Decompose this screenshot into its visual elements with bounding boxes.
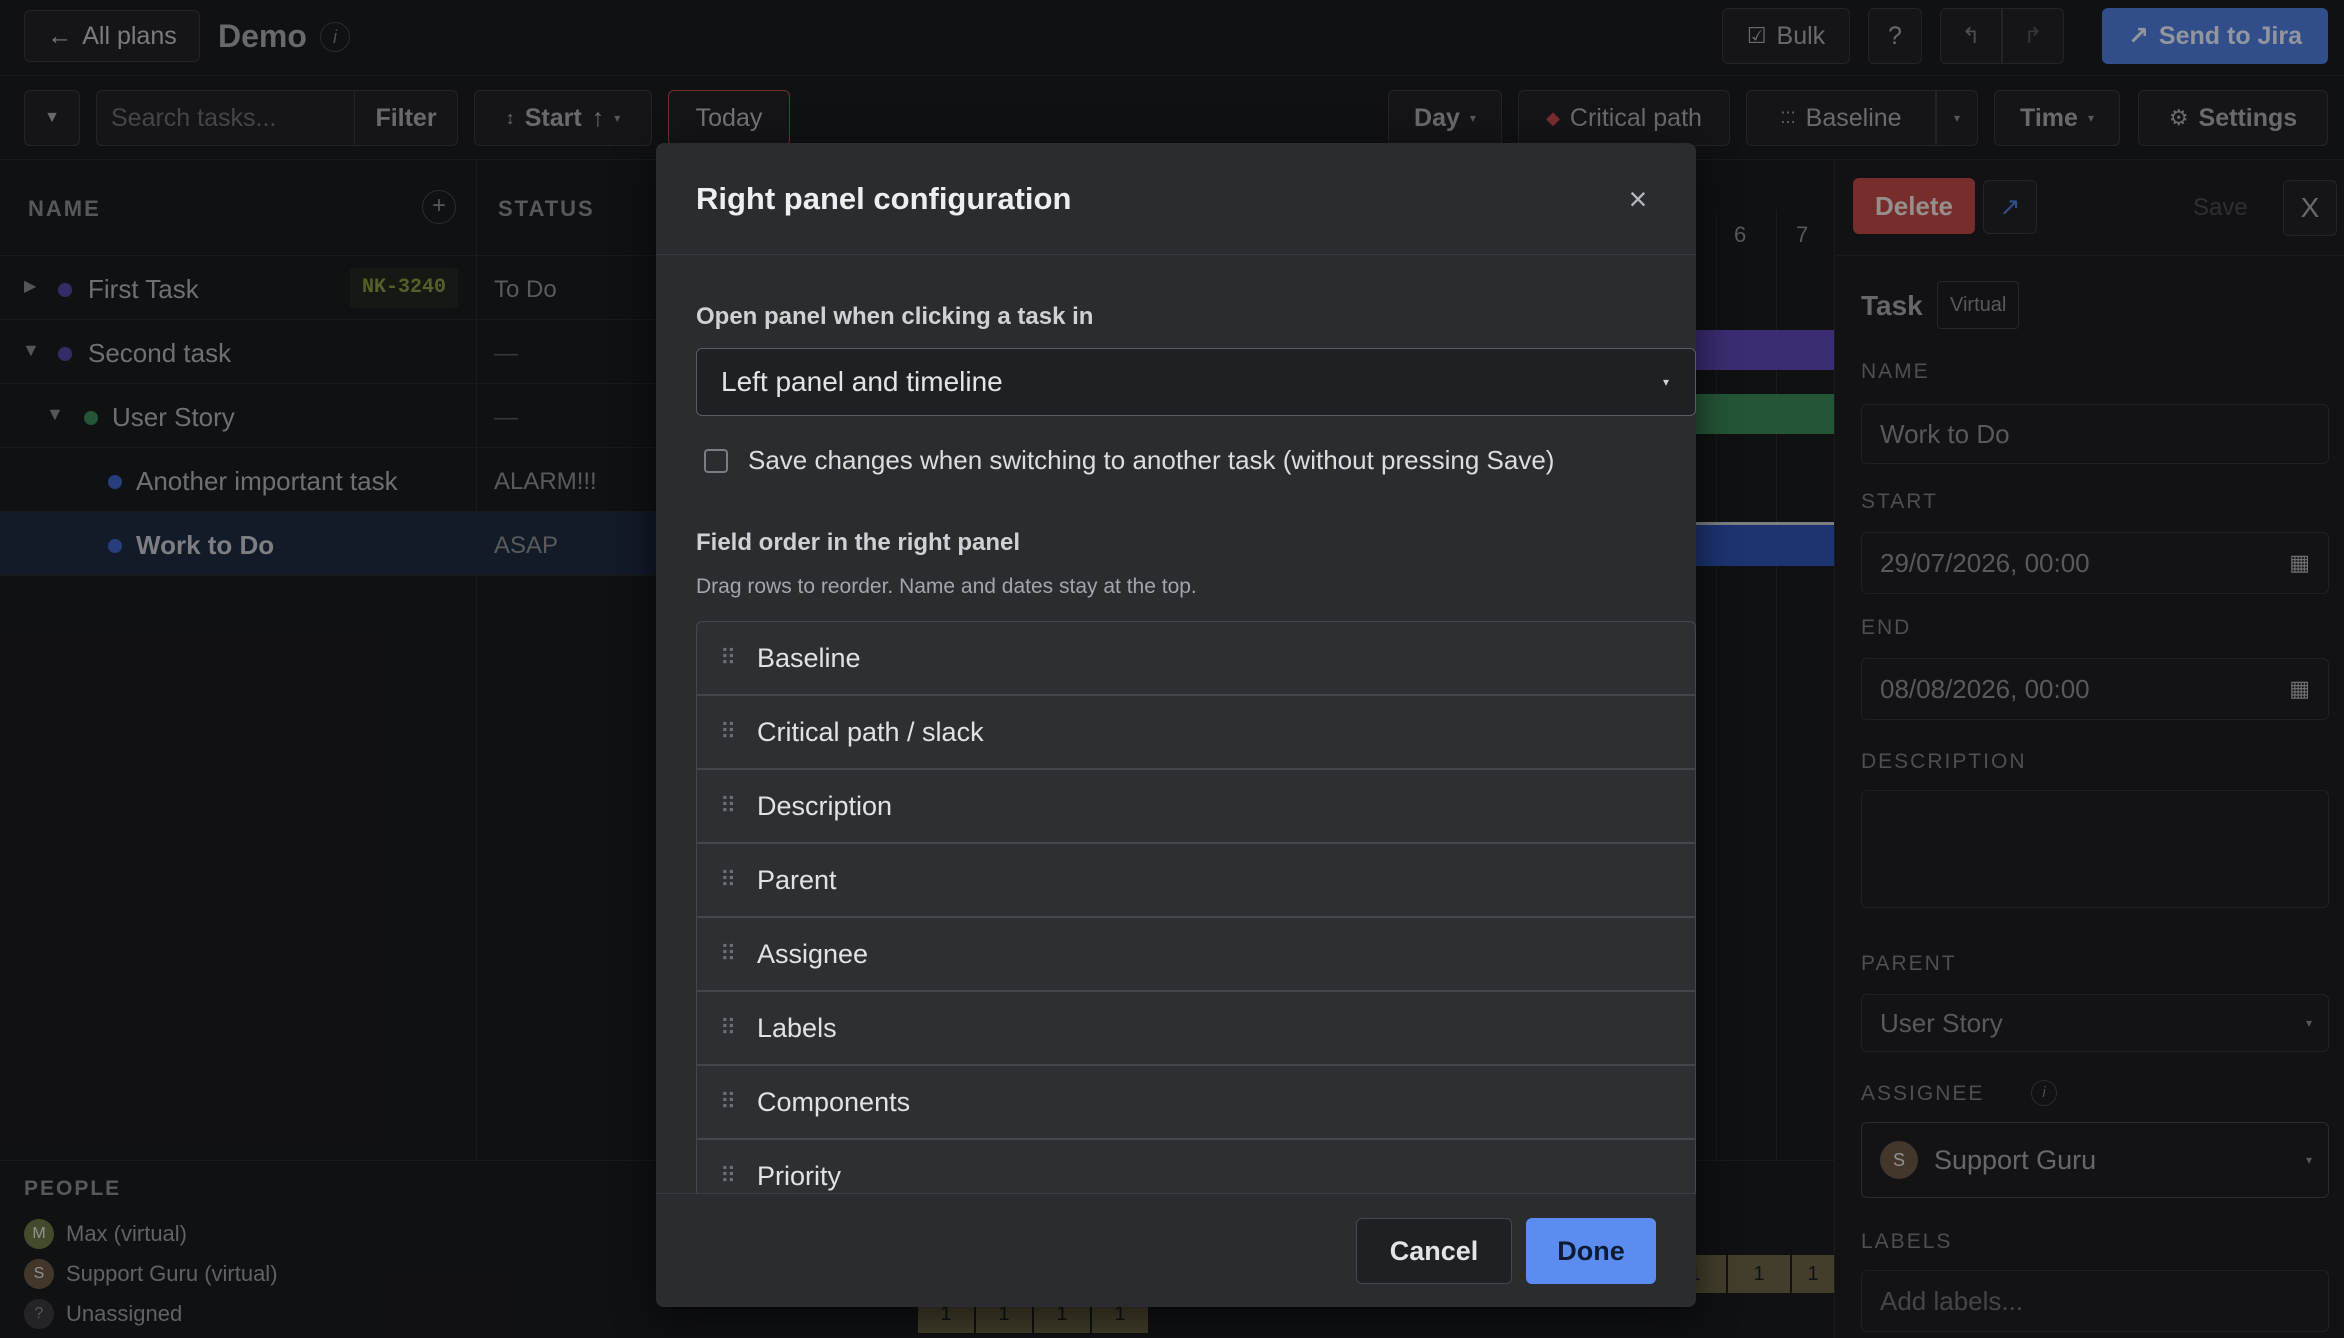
field-order-hint: Drag rows to reorder. Name and dates sta…: [696, 575, 1197, 598]
field-order-row[interactable]: ⠿ Description: [696, 769, 1696, 843]
drag-handle-icon[interactable]: ⠿: [697, 793, 757, 819]
field-order-row[interactable]: ⠿ Baseline: [696, 621, 1696, 695]
field-order-row[interactable]: ⠿ Components: [696, 1065, 1696, 1139]
drag-handle-icon[interactable]: ⠿: [697, 1015, 757, 1041]
field-label: Assignee: [757, 938, 869, 969]
field-order-row[interactable]: ⠿ Priority: [696, 1139, 1696, 1193]
field-order-row[interactable]: ⠿ Assignee: [696, 917, 1696, 991]
right-panel-config-modal: Right panel configuration × Open panel w…: [656, 143, 1696, 1307]
drag-handle-icon[interactable]: ⠿: [697, 645, 757, 671]
save-on-switch-row[interactable]: Save changes when switching to another t…: [704, 445, 1554, 476]
drag-handle-icon[interactable]: ⠿: [697, 1089, 757, 1115]
field-label: Parent: [757, 864, 837, 895]
save-on-switch-label: Save changes when switching to another t…: [748, 445, 1555, 475]
field-label: Baseline: [757, 642, 861, 673]
modal-footer: Cancel Done: [656, 1193, 1696, 1307]
field-order-row[interactable]: ⠿ Labels: [696, 991, 1696, 1065]
field-order-row[interactable]: ⠿ Critical path / slack: [696, 695, 1696, 769]
done-button[interactable]: Done: [1526, 1218, 1656, 1284]
open-panel-select[interactable]: Left panel and timeline ▾: [696, 348, 1696, 416]
field-label: Labels: [757, 1012, 837, 1043]
open-panel-value: Left panel and timeline: [721, 366, 1003, 397]
modal-title: Right panel configuration: [696, 181, 1072, 216]
close-icon[interactable]: ×: [1620, 181, 1656, 217]
field-label: Critical path / slack: [757, 716, 984, 747]
cancel-button[interactable]: Cancel: [1356, 1218, 1512, 1284]
field-order-row[interactable]: ⠿ Parent: [696, 843, 1696, 917]
field-label: Description: [757, 790, 893, 821]
drag-handle-icon[interactable]: ⠿: [697, 867, 757, 893]
field-order-list: ⠿ Baseline ⠿ Critical path / slack ⠿ Descri…: [656, 621, 1696, 1193]
field-label: Priority: [757, 1160, 842, 1191]
modal-header: Right panel configuration ×: [656, 143, 1696, 255]
drag-handle-icon[interactable]: ⠿: [697, 941, 757, 967]
field-label: Components: [757, 1086, 911, 1117]
drag-handle-icon[interactable]: ⠿: [697, 719, 757, 745]
drag-handle-icon[interactable]: ⠿: [697, 1163, 757, 1189]
save-on-switch-checkbox[interactable]: [704, 448, 728, 473]
open-panel-label: Open panel when clicking a task in: [696, 303, 1094, 330]
field-order-title: Field order in the right panel: [696, 529, 1021, 556]
chevron-down-icon: ▾: [1662, 375, 1669, 389]
